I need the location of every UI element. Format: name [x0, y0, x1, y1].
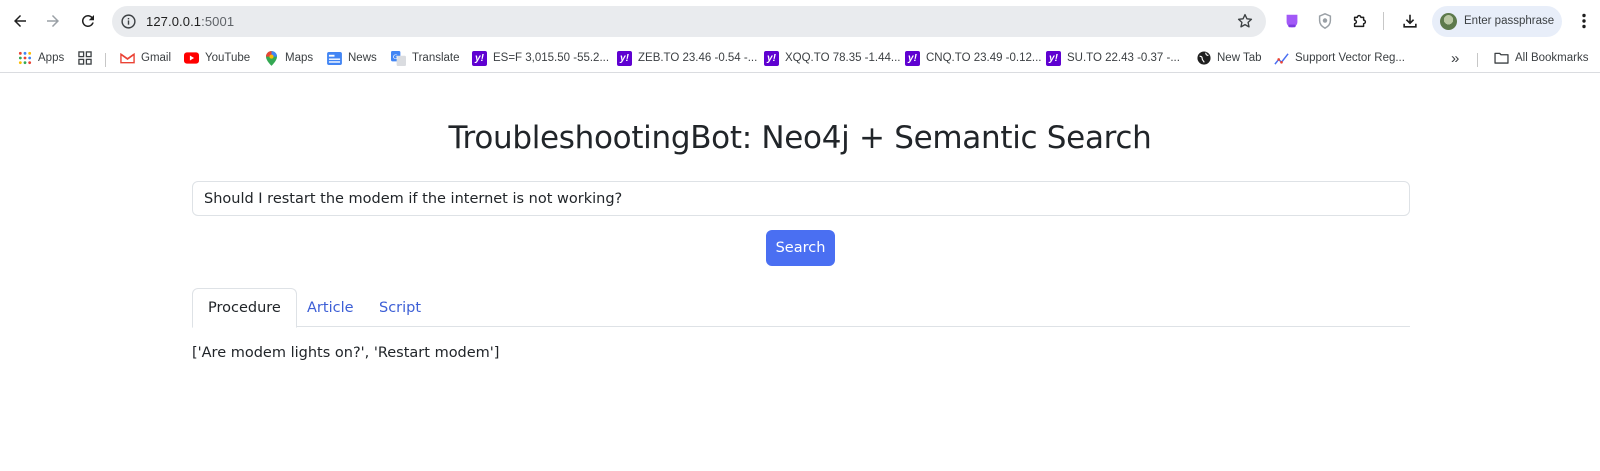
avatar: [1440, 13, 1457, 30]
apps-grid-icon: [17, 51, 32, 66]
tab-article[interactable]: Article: [292, 288, 369, 327]
bookmark-es-f[interactable]: y! ES=F 3,015.50 -55.2...: [472, 49, 609, 67]
bookmark-label: Translate: [412, 52, 460, 64]
result-tabs: Procedure Article Script: [192, 288, 1410, 328]
search-input[interactable]: [192, 181, 1410, 216]
forward-button[interactable]: [40, 8, 66, 34]
yahoo-finance-icon: y!: [905, 50, 920, 66]
toolbar-divider: [1383, 12, 1384, 30]
bookmark-label: All Bookmarks: [1515, 52, 1589, 64]
bookmark-gmail[interactable]: Gmail: [120, 49, 171, 67]
bookmarks-divider: [105, 53, 106, 67]
bookmark-support-vector[interactable]: Support Vector Reg...: [1274, 49, 1405, 67]
url-host: 127.0.0.1: [146, 14, 202, 29]
page-title: TroubleshootingBot: Neo4j + Semantic Sea…: [448, 120, 1152, 156]
bookmark-label: CNQ.TO 23.49 -0.12...: [926, 52, 1042, 64]
bookmark-youtube[interactable]: YouTube: [184, 49, 250, 67]
bookmarks-bar: Apps Gmail YouTube Maps News G Translate …: [0, 43, 1600, 73]
url-text[interactable]: 127.0.0.1:5001: [146, 14, 234, 29]
yahoo-finance-icon: y!: [472, 50, 487, 66]
url-port: :5001: [201, 14, 235, 29]
folder-icon: [1494, 51, 1509, 66]
downloads-icon[interactable]: [1400, 11, 1420, 31]
bookmark-star-icon[interactable]: [1236, 12, 1254, 30]
translate-icon: G: [391, 50, 406, 66]
back-arrow-icon: [14, 15, 26, 27]
reload-button[interactable]: [75, 8, 101, 34]
chart-line-icon: [1274, 51, 1289, 66]
back-button[interactable]: [7, 8, 33, 34]
more-bookmarks-chevron-icon[interactable]: »: [1451, 49, 1459, 67]
bookmark-translate[interactable]: G Translate: [391, 49, 460, 67]
bookmark-maps[interactable]: Maps: [264, 49, 313, 67]
globe-icon: [1196, 51, 1211, 66]
bookmark-label: New Tab: [1217, 52, 1262, 64]
yahoo-finance-icon: y!: [1046, 50, 1061, 66]
bookmark-label: Maps: [285, 52, 314, 64]
profile-label: Enter passphrase: [1464, 15, 1555, 27]
browser-toolbar: 127.0.0.1:5001 Enter passphrase: [0, 0, 1600, 43]
bookmarks-divider: [1477, 53, 1478, 67]
reload-icon: [81, 14, 94, 27]
maps-pin-icon: [264, 50, 279, 66]
extensions-puzzle-icon[interactable]: [1350, 11, 1370, 31]
bookmark-apps[interactable]: Apps: [17, 49, 64, 67]
bookmark-label: XQQ.TO 78.35 -1.44...: [785, 52, 901, 64]
bookmark-label: Support Vector Reg...: [1295, 52, 1405, 64]
bookmark-su-to[interactable]: y! SU.TO 22.43 -0.37 -...: [1046, 49, 1180, 67]
yahoo-finance-icon: y!: [617, 50, 632, 66]
bookmark-label: Apps: [38, 52, 65, 64]
browser-menu-icon[interactable]: [1574, 11, 1594, 31]
search-button[interactable]: Search: [766, 230, 835, 266]
more-bookmarks-label: »: [1451, 49, 1460, 67]
bookmark-xqq-to[interactable]: y! XQQ.TO 78.35 -1.44...: [764, 49, 900, 67]
yahoo-finance-icon: y!: [764, 50, 779, 66]
bookmark-label: News: [348, 52, 377, 64]
forward-arrow-icon: [47, 15, 59, 27]
all-bookmarks-folder[interactable]: All Bookmarks: [1494, 49, 1589, 67]
extension-purple-icon[interactable]: [1282, 11, 1302, 31]
youtube-icon: [184, 51, 199, 66]
profile-chip[interactable]: Enter passphrase: [1432, 6, 1562, 37]
bookmark-label: ZEB.TO 23.46 -0.54 -...: [638, 52, 758, 64]
bookmark-label: SU.TO 22.43 -0.37 -...: [1067, 52, 1180, 64]
bookmark-label: Gmail: [141, 52, 172, 64]
procedure-result: ['Are modem lights on?', 'Restart modem'…: [192, 345, 500, 361]
bookmark-label: ES=F 3,015.50 -55.2...: [493, 52, 610, 64]
news-icon: [327, 51, 342, 66]
tab-groups-icon[interactable]: [78, 49, 92, 67]
tab-script[interactable]: Script: [364, 288, 436, 327]
shield-extension-icon[interactable]: [1315, 11, 1335, 31]
address-bar[interactable]: 127.0.0.1:5001: [112, 6, 1266, 37]
tab-procedure[interactable]: Procedure: [192, 288, 297, 328]
site-info-icon[interactable]: [120, 13, 137, 30]
gmail-icon: [120, 51, 135, 66]
bookmark-cnq-to[interactable]: y! CNQ.TO 23.49 -0.12...: [905, 49, 1041, 67]
svg-text:G: G: [393, 52, 398, 60]
bookmark-new-tab[interactable]: New Tab: [1196, 49, 1262, 67]
bookmark-news[interactable]: News: [327, 49, 377, 67]
bookmark-label: YouTube: [205, 52, 251, 64]
bookmark-zeb-to[interactable]: y! ZEB.TO 23.46 -0.54 -...: [617, 49, 757, 67]
